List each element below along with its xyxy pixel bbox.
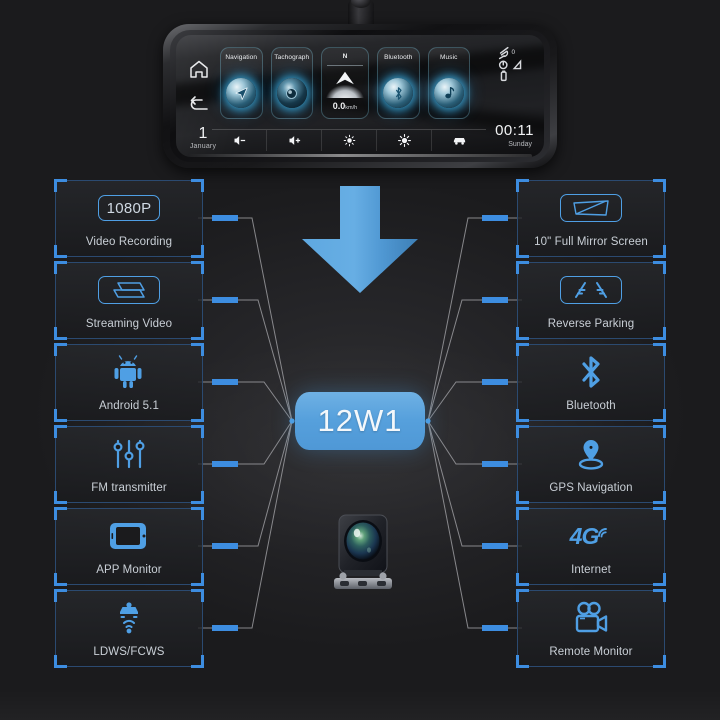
feature-card-app-monitor[interactable]: APP Monitor xyxy=(54,507,204,586)
speed-tile: N 0.0km/h xyxy=(321,47,370,119)
resolution-pill: 1080P xyxy=(98,195,160,221)
feature-card-streaming-video[interactable]: Streaming Video xyxy=(54,261,204,340)
car-mode-button[interactable] xyxy=(432,130,486,151)
app-tile-tachograph[interactable]: Tachograph xyxy=(270,47,313,119)
feature-card-label: Bluetooth xyxy=(566,400,616,412)
bluetooth-icon xyxy=(518,353,664,391)
mirror-clock-time: 00:11 xyxy=(495,122,534,139)
svg-text:0: 0 xyxy=(511,49,515,56)
app-tile-music[interactable]: Music xyxy=(427,47,471,119)
mirror-app-tiles: Navigation Tachograph N 0.0km/h Bluetoot… xyxy=(220,47,471,119)
volume-up-button[interactable] xyxy=(267,130,322,151)
down-arrow-icon xyxy=(302,186,418,293)
compass-arrow-icon xyxy=(336,71,354,85)
feature-card-remote-monitor[interactable]: Remote Monitor xyxy=(516,589,666,668)
feature-card-label: GPS Navigation xyxy=(549,482,633,494)
mirror-screen-icon xyxy=(518,189,664,227)
divider xyxy=(327,65,364,66)
infographic-canvas: 1 January 00:11 Sunday 0 Navigation Tach… xyxy=(0,0,720,720)
app-tile-label: Music xyxy=(440,54,458,61)
brightness-down-button[interactable] xyxy=(322,130,377,151)
feature-card-fm-transmitter[interactable]: FM transmitter xyxy=(54,425,204,504)
icon-frame xyxy=(560,276,622,304)
app-tile-label: Bluetooth xyxy=(384,54,413,61)
rearview-mirror-device: 1 January 00:11 Sunday 0 Navigation Tach… xyxy=(163,0,557,168)
resolution-1080p-icon: 1080P xyxy=(56,189,202,227)
feature-card-label: LDWS/FCWS xyxy=(93,646,165,658)
bluetooth-icon xyxy=(383,78,414,108)
battery-icon xyxy=(500,70,507,82)
app-tile-label: Tachograph xyxy=(274,54,310,61)
feature-card-label: 10" Full Mirror Screen xyxy=(534,236,648,248)
map-pin-icon xyxy=(518,435,664,473)
feature-card-gps-navigation[interactable]: GPS Navigation xyxy=(516,425,666,504)
navigation-arrow-icon xyxy=(226,78,257,108)
4g-text: 4G xyxy=(569,522,600,549)
feature-card-internet[interactable]: 4G Internet xyxy=(516,507,666,586)
mirror-gloss-line xyxy=(188,154,532,157)
model-badge-text: 12W1 xyxy=(317,403,403,438)
feature-card-label: FM transmitter xyxy=(91,482,167,494)
app-tile-label: Navigation xyxy=(225,54,258,61)
sd-card-icon xyxy=(498,60,508,70)
home-icon[interactable] xyxy=(187,57,211,81)
feature-card-mirror-screen[interactable]: 10" Full Mirror Screen xyxy=(516,179,666,258)
parking-lines-icon xyxy=(518,271,664,309)
car-lane-warning-icon xyxy=(56,599,202,637)
mirror-screen: 1 January 00:11 Sunday 0 Navigation Tach… xyxy=(176,35,544,157)
feature-card-video-recording[interactable]: 1080P Video Recording xyxy=(54,179,204,258)
mirror-control-bar xyxy=(212,129,486,151)
feature-card-label: Remote Monitor xyxy=(549,646,633,658)
icon-frame xyxy=(98,276,160,304)
feature-card-ldws-fcws[interactable]: LDWS/FCWS xyxy=(54,589,204,668)
video-camera-icon xyxy=(518,599,664,637)
feature-card-label: Android 5.1 xyxy=(99,400,159,412)
feature-card-label: APP Monitor xyxy=(96,564,162,576)
model-badge: 12W1 xyxy=(295,392,425,450)
mirror-clock-weekday: Sunday xyxy=(508,141,532,148)
feature-card-label: Video Recording xyxy=(85,236,173,248)
speed-dome xyxy=(326,85,365,98)
heading-label: N xyxy=(342,53,348,60)
back-arrow-icon[interactable] xyxy=(187,93,211,117)
feature-card-label: Streaming Video xyxy=(85,318,173,330)
streaming-video-icon xyxy=(56,271,202,309)
app-tile-navigation[interactable]: Navigation xyxy=(220,47,263,119)
volume-down-button[interactable] xyxy=(212,130,267,151)
sliders-icon xyxy=(56,435,202,473)
feature-card-bluetooth[interactable]: Bluetooth xyxy=(516,343,666,422)
feature-card-reverse-parking[interactable]: Reverse Parking xyxy=(516,261,666,340)
4g-signal-icon: 4G xyxy=(518,517,664,555)
satellite-icon xyxy=(498,46,509,60)
signal-icon xyxy=(512,59,522,70)
brightness-up-button[interactable] xyxy=(377,130,432,151)
rear-view-camera-icon xyxy=(334,514,392,589)
feature-card-android[interactable]: Android 5.1 xyxy=(54,343,204,422)
feature-card-label: Reverse Parking xyxy=(547,318,635,330)
app-tile-bluetooth[interactable]: Bluetooth xyxy=(377,47,420,119)
icon-frame xyxy=(560,194,622,222)
feature-card-label: Internet xyxy=(571,564,611,576)
music-note-icon xyxy=(433,78,464,108)
smartphone-icon xyxy=(56,517,202,555)
mirror-statusbar: 0 xyxy=(496,43,536,85)
camera-lens-icon xyxy=(276,78,307,108)
android-robot-icon xyxy=(56,353,202,391)
speed-value: 0.0km/h xyxy=(332,101,358,111)
